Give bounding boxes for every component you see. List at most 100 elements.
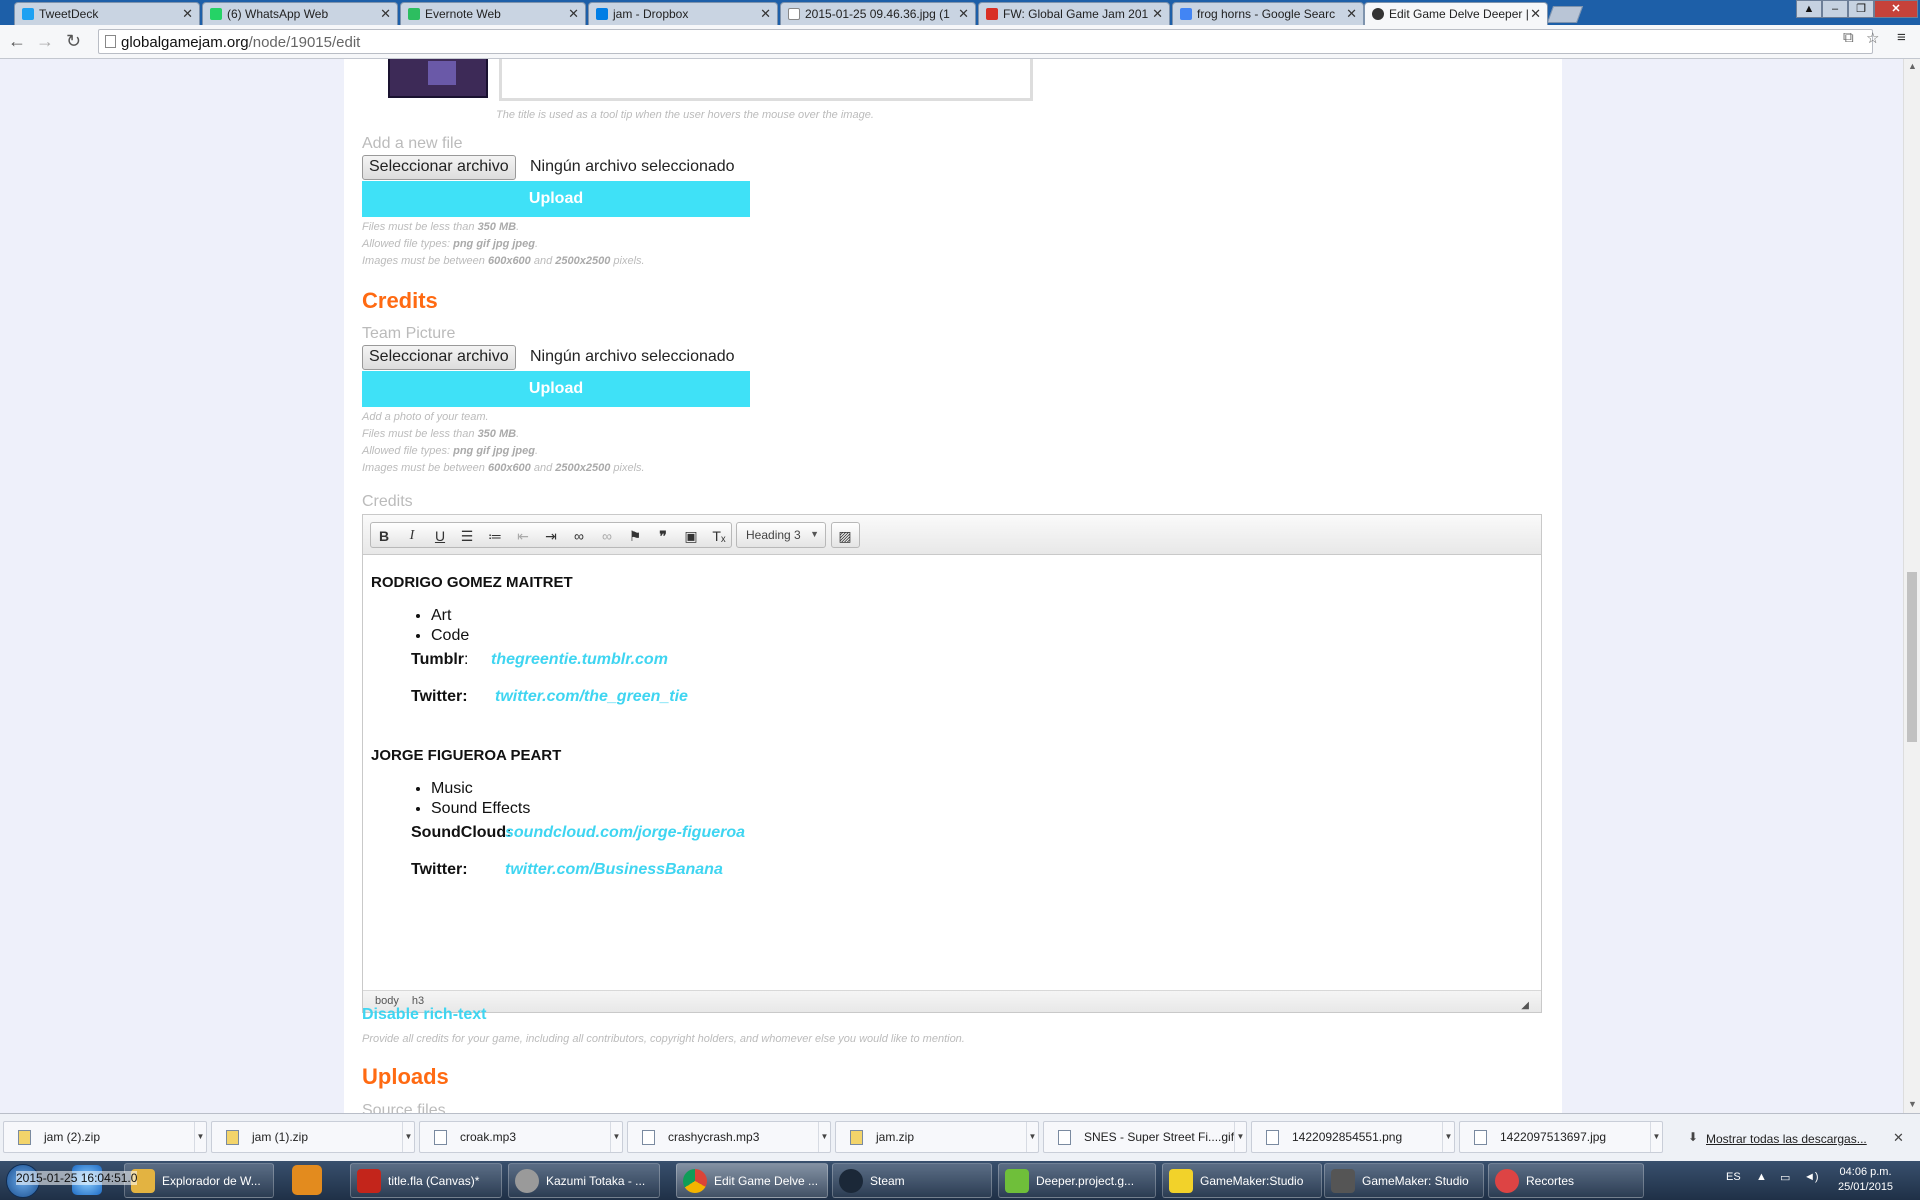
show-all-downloads-link[interactable]: Mostrar todas las descargas...: [1706, 1132, 1867, 1146]
maximize-icon[interactable]: ❐: [1848, 0, 1874, 18]
editor-content-area[interactable]: RODRIGO GOMEZ MAITRET Art Code Tumblr: t…: [363, 556, 1541, 992]
taskbar-item[interactable]: Deeper.project.g...: [998, 1163, 1156, 1198]
download-item[interactable]: crashycrash.mp3 ▼: [627, 1121, 831, 1153]
blockquote-icon[interactable]: ❞: [653, 526, 673, 546]
choose-file-button[interactable]: Seleccionar archivo: [362, 155, 516, 180]
image-title-input[interactable]: [499, 59, 1033, 101]
close-icon[interactable]: ✕: [958, 6, 969, 22]
tray-expand-icon[interactable]: ▲: [1756, 1171, 1767, 1183]
bold-icon[interactable]: B: [374, 526, 394, 546]
unlink-icon[interactable]: ∞: [597, 526, 617, 546]
chevron-down-icon[interactable]: ▼: [610, 1122, 622, 1152]
chevron-down-icon[interactable]: ▼: [1650, 1122, 1662, 1152]
close-icon[interactable]: ✕: [1152, 6, 1163, 22]
chevron-down-icon[interactable]: ▼: [402, 1122, 414, 1152]
minimize-icon[interactable]: –: [1822, 0, 1848, 18]
underline-icon[interactable]: U: [430, 526, 450, 546]
close-icon[interactable]: ✕: [1530, 6, 1541, 22]
taskbar-item[interactable]: Edit Game Delve ...: [676, 1163, 828, 1198]
language-indicator[interactable]: ES: [1726, 1171, 1741, 1183]
taskbar-item[interactable]: title.fla (Canvas)*: [350, 1163, 502, 1198]
taskbar-item[interactable]: GameMaker:Studio: [1162, 1163, 1322, 1198]
close-icon[interactable]: ✕: [760, 6, 771, 22]
reload-icon[interactable]: ↻: [66, 31, 81, 52]
tab-image[interactable]: 2015-01-25 09.46.36.jpg (1 ✕: [780, 2, 976, 25]
tab-whatsapp[interactable]: (6) WhatsApp Web ✕: [202, 2, 398, 25]
italic-icon[interactable]: I: [402, 526, 422, 546]
taskbar-item[interactable]: Kazumi Totaka - ...: [508, 1163, 660, 1198]
forward-arrow-icon[interactable]: →: [36, 31, 54, 52]
gmail-icon: [986, 8, 998, 20]
url-bar[interactable]: globalgamejam.org/node/19015/edit: [98, 29, 1873, 54]
star-icon[interactable]: ☆: [1866, 29, 1879, 47]
choose-team-file-button[interactable]: Seleccionar archivo: [362, 345, 516, 370]
twitter-link[interactable]: twitter.com/BusinessBanana: [505, 861, 723, 879]
tab-google-search[interactable]: frog horns - Google Searc ✕: [1172, 2, 1364, 25]
chevron-down-icon[interactable]: ▼: [818, 1122, 830, 1152]
remove-format-icon[interactable]: Tₓ: [709, 526, 729, 546]
outdent-icon[interactable]: ⇤: [513, 526, 533, 546]
download-item[interactable]: 1422092854551.png ▼: [1251, 1121, 1455, 1153]
soundcloud-link[interactable]: soundcloud.com/jorge-figueroa: [505, 824, 745, 842]
disable-rich-text-link[interactable]: Disable rich-text: [362, 1006, 486, 1024]
download-item[interactable]: jam (2).zip ▼: [3, 1121, 207, 1153]
close-icon[interactable]: ✕: [182, 6, 193, 22]
download-item[interactable]: jam (1).zip ▼: [211, 1121, 415, 1153]
tweetdeck-icon: [22, 8, 34, 20]
zip-file-icon: [850, 1130, 863, 1145]
close-icon[interactable]: ✕: [1893, 1130, 1904, 1146]
menu-icon[interactable]: ≡: [1897, 29, 1906, 46]
translate-icon[interactable]: ⧉: [1843, 29, 1854, 46]
volume-icon[interactable]: ◄): [1804, 1171, 1819, 1183]
close-icon[interactable]: ✕: [1346, 6, 1357, 22]
chevron-down-icon[interactable]: ▼: [1442, 1122, 1454, 1152]
scroll-down-icon[interactable]: ▼: [1908, 1099, 1917, 1109]
role-list: Music Sound Effects: [413, 779, 530, 819]
window-close-icon[interactable]: ✕: [1874, 0, 1918, 18]
page-icon: [105, 35, 116, 48]
numbered-list-icon[interactable]: ≔: [485, 526, 505, 546]
image-icon[interactable]: ▨: [835, 526, 855, 546]
resize-handle-icon[interactable]: ◢: [1521, 1000, 1529, 1011]
link-icon[interactable]: ∞: [569, 526, 589, 546]
download-item[interactable]: SNES - Super Street Fi....gif ▼: [1043, 1121, 1247, 1153]
taskbar-item[interactable]: Explorador de W...: [124, 1163, 274, 1198]
tab-gmail[interactable]: FW: Global Game Jam 201 ✕: [978, 2, 1170, 25]
back-arrow-icon[interactable]: ←: [8, 31, 26, 52]
chevron-down-icon[interactable]: ▼: [194, 1122, 206, 1152]
tab-tweetdeck[interactable]: TweetDeck ✕: [14, 2, 200, 25]
close-icon[interactable]: ✕: [380, 6, 391, 22]
chevron-down-icon[interactable]: ▼: [1026, 1122, 1038, 1152]
role-list: Art Code: [413, 606, 469, 646]
hint-value: 350 MB: [477, 221, 517, 233]
download-item[interactable]: croak.mp3 ▼: [419, 1121, 623, 1153]
format-select[interactable]: Heading 3 ▼: [736, 522, 826, 548]
dropbox-icon: [596, 8, 608, 20]
tab-dropbox[interactable]: jam - Dropbox ✕: [588, 2, 778, 25]
twitter-link[interactable]: twitter.com/the_green_tie: [495, 688, 688, 706]
user-icon[interactable]: ▲: [1796, 0, 1822, 18]
network-icon[interactable]: ▭: [1780, 1171, 1790, 1184]
close-icon[interactable]: ✕: [568, 6, 579, 22]
upload-button[interactable]: Upload: [362, 181, 750, 217]
tab-edit-game[interactable]: Edit Game Delve Deeper | ✕: [1364, 2, 1548, 25]
taskbar-item[interactable]: Recortes: [1488, 1163, 1644, 1198]
scroll-up-icon[interactable]: ▲: [1908, 61, 1917, 71]
chevron-down-icon[interactable]: ▼: [1234, 1122, 1246, 1152]
new-tab-button[interactable]: [1546, 6, 1584, 23]
media-player-icon[interactable]: [292, 1165, 322, 1195]
scrollbar-thumb[interactable]: [1907, 572, 1917, 742]
tab-evernote[interactable]: Evernote Web ✕: [400, 2, 586, 25]
system-clock[interactable]: 04:06 p.m. 25/01/2015: [1838, 1165, 1893, 1195]
tumblr-link[interactable]: thegreentie.tumblr.com: [491, 651, 668, 669]
taskbar-item[interactable]: GameMaker: Studio: [1324, 1163, 1484, 1198]
upload-team-picture-button[interactable]: Upload: [362, 371, 750, 407]
paste-icon[interactable]: ▣: [681, 526, 701, 546]
anchor-icon[interactable]: ⚑: [625, 526, 645, 546]
download-item[interactable]: jam.zip ▼: [835, 1121, 1039, 1153]
download-item[interactable]: 1422097513697.jpg ▼: [1459, 1121, 1663, 1153]
bulleted-list-icon[interactable]: ☰: [457, 526, 477, 546]
indent-icon[interactable]: ⇥: [541, 526, 561, 546]
taskbar-item[interactable]: Steam: [832, 1163, 992, 1198]
page-scrollbar[interactable]: ▲ ▼: [1903, 59, 1920, 1113]
